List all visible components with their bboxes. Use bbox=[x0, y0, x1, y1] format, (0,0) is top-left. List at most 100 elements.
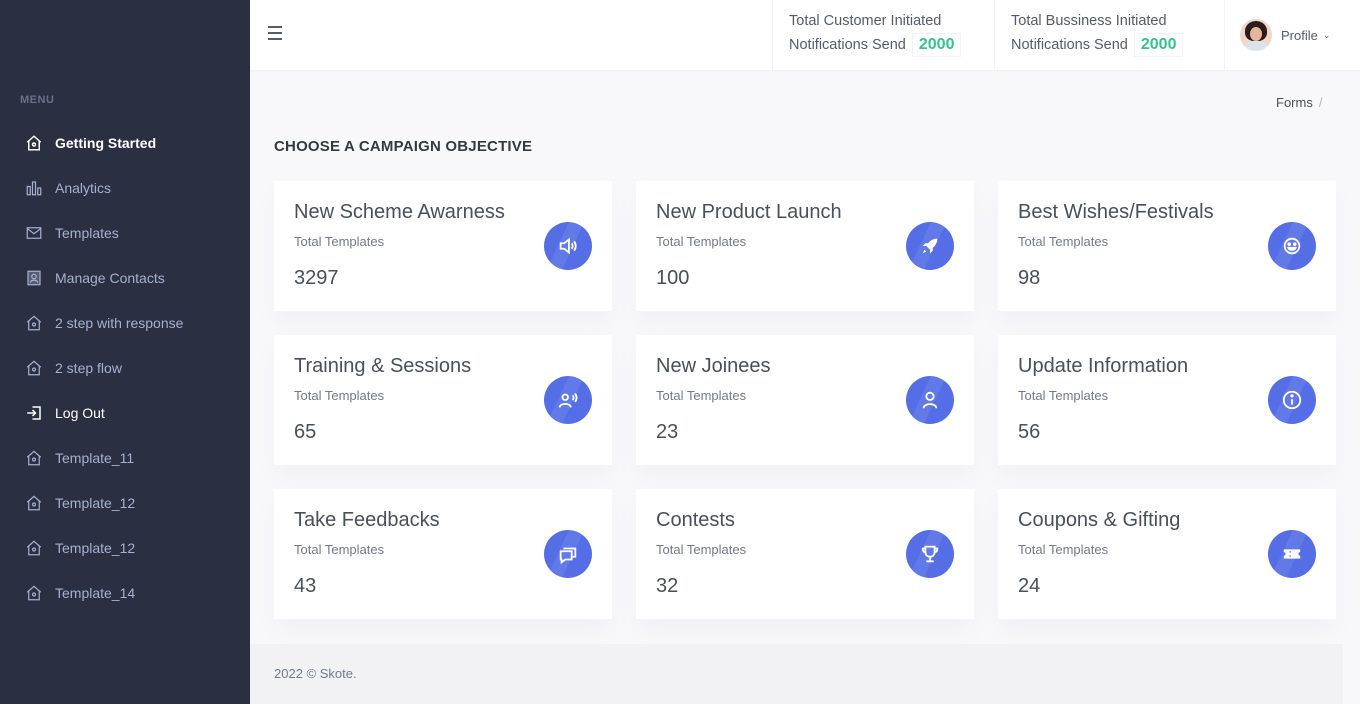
sidebar-item-manage-contacts[interactable]: Manage Contacts bbox=[0, 255, 250, 300]
card-subtitle: Total Templates bbox=[294, 234, 385, 249]
campaign-card-update-information[interactable]: Update Information Total Templates 56 bbox=[998, 335, 1336, 465]
coupon-icon bbox=[1268, 530, 1316, 578]
menu-toggle-icon[interactable] bbox=[268, 26, 284, 42]
home-icon bbox=[24, 313, 44, 333]
sidebar-item-label: Template_11 bbox=[55, 449, 135, 466]
home-icon bbox=[24, 358, 44, 378]
card-title: Best Wishes/Festivals bbox=[1018, 201, 1214, 223]
trophy-icon bbox=[906, 530, 954, 578]
stat-label: Total Bussiness Initiated bbox=[1011, 13, 1167, 29]
rocket-icon bbox=[906, 222, 954, 270]
card-value: 43 bbox=[294, 575, 317, 597]
card-subtitle: Total Templates bbox=[1018, 234, 1109, 249]
sidebar-item-label: Analytics bbox=[55, 179, 112, 196]
home-icon bbox=[24, 493, 44, 513]
info-icon bbox=[1268, 376, 1316, 424]
stat-count: 2000 bbox=[1133, 33, 1184, 57]
page-title: CHOOSE A CAMPAIGN OBJECTIVE bbox=[274, 138, 533, 155]
chat-icon bbox=[544, 530, 592, 578]
card-title: Update Information bbox=[1018, 355, 1189, 377]
chevron-down-icon: ⌄ bbox=[1322, 29, 1331, 40]
card-subtitle: Total Templates bbox=[656, 234, 747, 249]
card-title: Training & Sessions bbox=[294, 355, 472, 377]
campaign-card-new-product-launch[interactable]: New Product Launch Total Templates 100 bbox=[636, 181, 974, 311]
profile-dropdown[interactable]: Profile ⌄ bbox=[1224, 0, 1360, 70]
breadcrumb-item[interactable]: Forms bbox=[1276, 95, 1313, 110]
sidebar-item-getting-started[interactable]: Getting Started bbox=[0, 120, 250, 165]
card-title: New Scheme Awarness bbox=[294, 201, 505, 223]
card-value: 23 bbox=[656, 421, 679, 443]
home-icon bbox=[24, 133, 44, 153]
card-value: 24 bbox=[1018, 575, 1041, 597]
business-notifications-stat: Total Bussiness Initiated Notifications … bbox=[994, 0, 1224, 70]
breadcrumb: Forms / bbox=[1276, 95, 1322, 110]
sidebar-item-template-12[interactable]: Template_12 bbox=[0, 480, 250, 525]
card-value: 98 bbox=[1018, 267, 1041, 289]
sidebar-item-2-step-with-response[interactable]: 2 step with response bbox=[0, 300, 250, 345]
card-value: 56 bbox=[1018, 421, 1041, 443]
card-value: 3297 bbox=[294, 267, 339, 289]
customer-notifications-stat: Total Customer Initiated Notifications S… bbox=[772, 0, 994, 70]
card-title: New Product Launch bbox=[656, 201, 842, 223]
campaign-card-contests[interactable]: Contests Total Templates 32 bbox=[636, 489, 974, 619]
campaign-card-coupons-gifting[interactable]: Coupons & Gifting Total Templates 24 bbox=[998, 489, 1336, 619]
card-subtitle: Total Templates bbox=[294, 542, 385, 557]
stat-count: 2000 bbox=[911, 33, 962, 57]
card-value: 100 bbox=[656, 267, 690, 289]
sidebar-item-label: 2 step flow bbox=[55, 359, 122, 376]
card-subtitle: Total Templates bbox=[656, 388, 747, 403]
sidebar-item-2-step-flow[interactable]: 2 step flow bbox=[0, 345, 250, 390]
card-subtitle: Total Templates bbox=[1018, 542, 1109, 557]
sidebar: MENU Getting Started Analytics Templates… bbox=[0, 0, 250, 704]
stat-label: Total Customer Initiated bbox=[789, 13, 942, 29]
campaign-card-best-wishes-festivals[interactable]: Best Wishes/Festivals Total Templates 98 bbox=[998, 181, 1336, 311]
contact-book-icon bbox=[24, 268, 44, 288]
envelope-icon bbox=[24, 223, 44, 243]
campaign-card-new-joinees[interactable]: New Joinees Total Templates 23 bbox=[636, 335, 974, 465]
sidebar-item-label: 2 step with response bbox=[55, 314, 184, 331]
user-icon bbox=[906, 376, 954, 424]
campaign-card-take-feedbacks[interactable]: Take Feedbacks Total Templates 43 bbox=[274, 489, 612, 619]
footer: 2022 © Skote. bbox=[250, 644, 1343, 704]
smiley-icon bbox=[1268, 222, 1316, 270]
sidebar-item-analytics[interactable]: Analytics bbox=[0, 165, 250, 210]
sidebar-item-label: Templates bbox=[55, 224, 119, 241]
sidebar-nav: Getting Started Analytics Templates Mana… bbox=[0, 120, 250, 615]
avatar bbox=[1240, 19, 1272, 51]
card-title: Contests bbox=[656, 509, 735, 531]
profile-label: Profile bbox=[1281, 27, 1318, 43]
campaign-card-new-scheme-awarness[interactable]: New Scheme Awarness Total Templates 3297 bbox=[274, 181, 612, 311]
sidebar-item-log-out[interactable]: Log Out bbox=[0, 390, 250, 435]
card-subtitle: Total Templates bbox=[656, 542, 747, 557]
sidebar-item-template-11[interactable]: Template_11 bbox=[0, 435, 250, 480]
sidebar-item-templates[interactable]: Templates bbox=[0, 210, 250, 255]
sidebar-item-template-12-second[interactable]: Template_12 bbox=[0, 525, 250, 570]
stat-label: Notifications Send bbox=[1011, 37, 1128, 53]
sidebar-item-label: Template_14 bbox=[55, 584, 136, 601]
sidebar-item-label: Template_12 bbox=[55, 494, 136, 511]
sidebar-item-label: Manage Contacts bbox=[55, 269, 165, 286]
sidebar-item-label: Template_12 bbox=[55, 539, 136, 556]
stat-label: Notifications Send bbox=[789, 37, 906, 53]
footer-text: 2022 © Skote. bbox=[274, 666, 357, 681]
sidebar-item-label: Getting Started bbox=[55, 134, 157, 151]
sidebar-item-label: Log Out bbox=[55, 404, 105, 421]
card-value: 65 bbox=[294, 421, 317, 443]
breadcrumb-separator: / bbox=[1318, 95, 1323, 110]
home-icon bbox=[24, 448, 44, 468]
card-subtitle: Total Templates bbox=[1018, 388, 1109, 403]
user-voice-icon bbox=[544, 376, 592, 424]
sidebar-item-template-14[interactable]: Template_14 bbox=[0, 570, 250, 615]
home-icon bbox=[24, 583, 44, 603]
megaphone-icon bbox=[544, 222, 592, 270]
card-subtitle: Total Templates bbox=[294, 388, 385, 403]
menu-title: MENU bbox=[20, 94, 55, 106]
topbar: Total Customer Initiated Notifications S… bbox=[250, 0, 1360, 70]
card-title: New Joinees bbox=[656, 355, 771, 377]
logout-icon bbox=[24, 403, 44, 423]
home-icon bbox=[24, 538, 44, 558]
card-title: Take Feedbacks bbox=[294, 509, 440, 531]
campaign-card-training-sessions[interactable]: Training & Sessions Total Templates 65 bbox=[274, 335, 612, 465]
card-value: 32 bbox=[656, 575, 679, 597]
bar-chart-icon bbox=[24, 178, 44, 198]
